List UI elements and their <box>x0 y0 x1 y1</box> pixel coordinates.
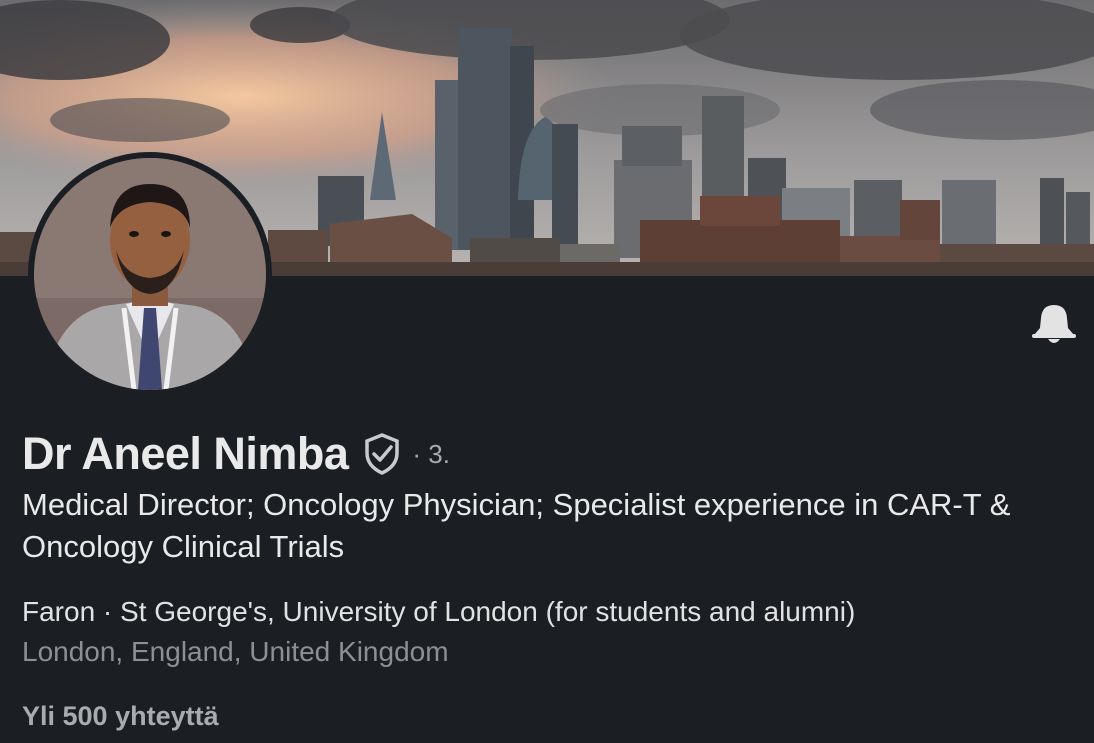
profile-photo-frame[interactable] <box>28 152 272 396</box>
notification-bell-button[interactable] <box>1030 302 1078 346</box>
profile-location: London, England, United Kingdom <box>22 636 449 667</box>
profile-headline: Medical Director; Oncology Physician; Sp… <box>22 487 1011 564</box>
avatar[interactable] <box>34 158 266 390</box>
name-row: Dr Aneel Nimba · 3. <box>22 424 450 484</box>
profile-name: Dr Aneel Nimba <box>22 428 349 479</box>
verified-shield-icon[interactable] <box>362 432 402 476</box>
profile-organizations[interactable]: Faron · St George's, University of Londo… <box>22 592 1082 632</box>
connection-degree: · 3. <box>412 438 450 469</box>
bell-icon <box>1032 305 1076 343</box>
connections-count[interactable]: Yli 500 yhteyttä <box>22 696 219 736</box>
